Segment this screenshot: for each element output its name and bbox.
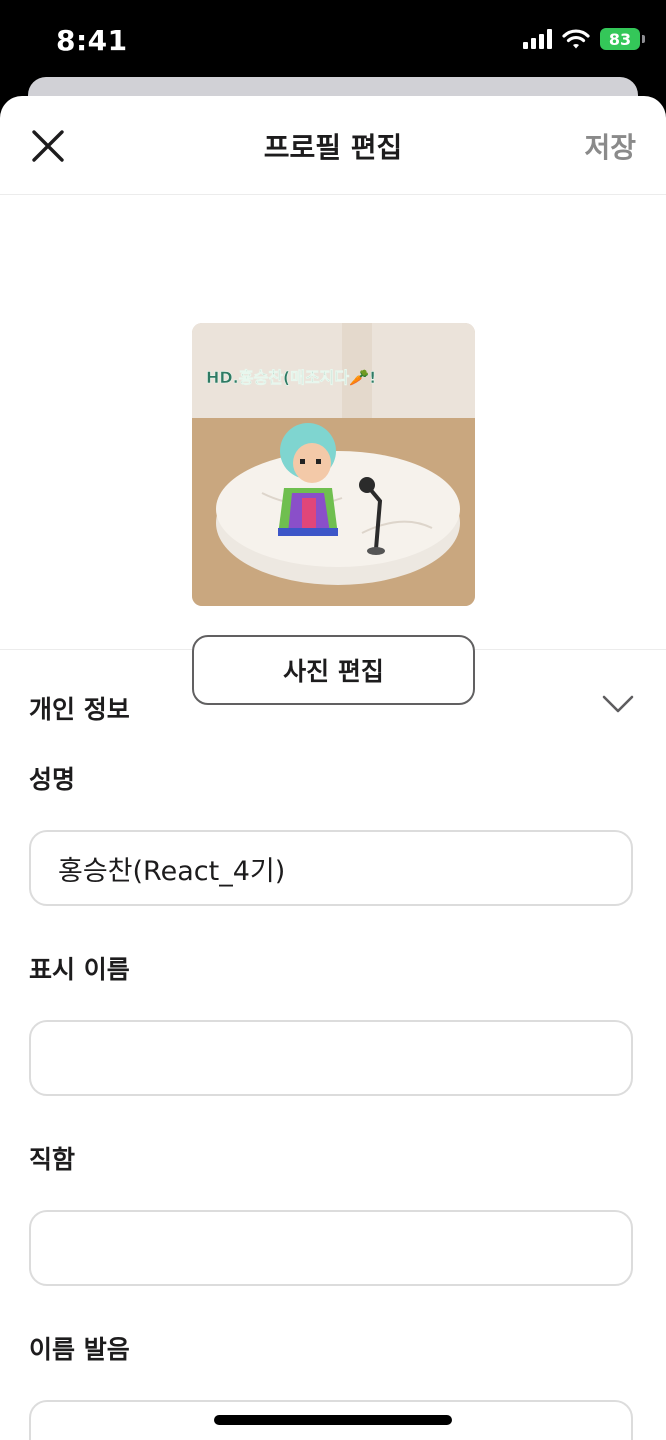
full-name-label: 성명	[29, 765, 76, 794]
job-title-field[interactable]	[29, 1210, 633, 1286]
display-name-label: 표시 이름	[29, 955, 130, 984]
status-bar: 8:41 83	[0, 0, 666, 80]
name-pronunciation-label: 이름 발음	[29, 1335, 130, 1364]
signal-icon	[523, 29, 552, 49]
full-name-field[interactable]: 홍승찬(React_4기)	[29, 830, 633, 906]
profile-photo-section: HD.홍승찬(매조지다🥕! 사진 편집	[0, 195, 666, 705]
full-name-value: 홍승찬(React_4기)	[58, 855, 286, 887]
status-time: 8:41	[56, 24, 128, 57]
nav-bar: 프로필 편집 저장	[0, 96, 666, 195]
profile-photo[interactable]: HD.홍승찬(매조지다🥕!	[192, 323, 475, 606]
battery-charging-icon: 83	[600, 28, 645, 50]
edit-profile-sheet: 프로필 편집 저장 HD.홍승찬(매조지다🥕! 사진 편집 개인 정보 성명 홍…	[0, 96, 666, 1440]
home-indicator	[214, 1415, 452, 1425]
display-name-field[interactable]	[29, 1020, 633, 1096]
wifi-icon	[562, 29, 590, 49]
chevron-down-icon[interactable]	[602, 694, 634, 714]
battery-level: 83	[608, 29, 632, 49]
page-title: 프로필 편집	[263, 131, 403, 164]
personal-info-label: 개인 정보	[29, 695, 130, 724]
profile-photo-image: HD.홍승찬(매조지다🥕!	[192, 323, 475, 606]
personal-info-header[interactable]: 개인 정보	[0, 650, 666, 758]
photo-overlay-text: HD.홍승찬(매조지다🥕!	[206, 368, 376, 387]
save-button[interactable]: 저장	[584, 126, 636, 166]
status-icons: 83	[523, 28, 645, 50]
job-title-label: 직함	[29, 1145, 76, 1174]
